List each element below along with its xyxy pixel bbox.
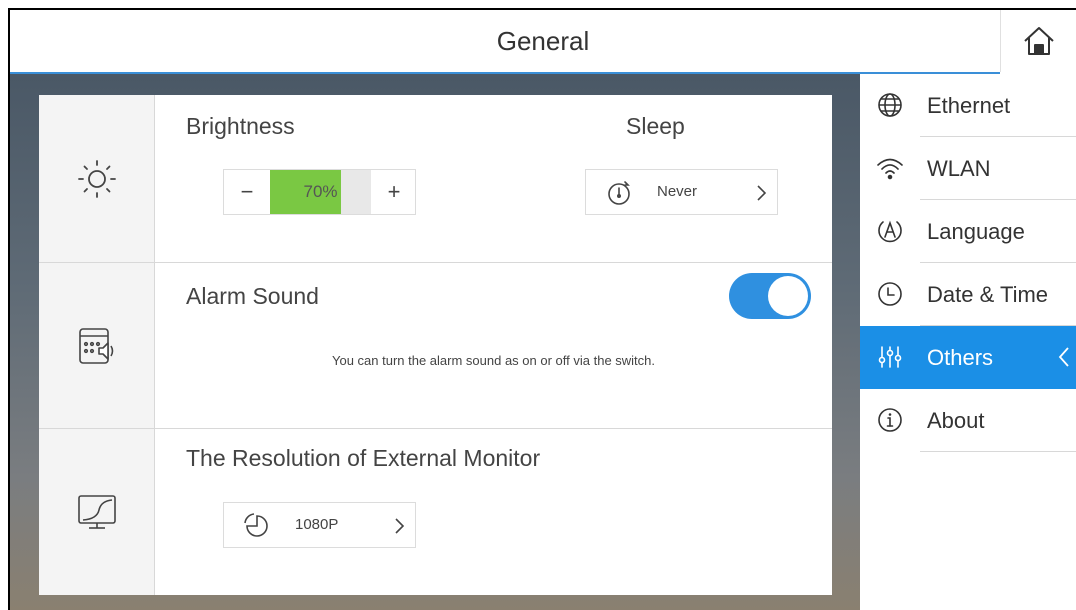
toggle-knob — [768, 276, 808, 316]
sleep-title: Sleep — [626, 113, 685, 139]
timer-icon — [608, 181, 630, 205]
sidebar-item-language[interactable]: Language — [860, 200, 1076, 263]
alarm-toggle[interactable] — [729, 273, 811, 319]
resolution-title: The Resolution of External Monitor — [186, 445, 541, 471]
chevron-right-icon — [757, 185, 767, 201]
sidebar-item-others[interactable]: Others — [860, 326, 1076, 389]
row-icon-cell — [39, 95, 155, 262]
sidebar-item-label: About — [927, 408, 985, 433]
sidebar-item-about[interactable]: About — [860, 389, 1076, 452]
chevron-left-icon — [1058, 347, 1069, 367]
alarm-title: Alarm Sound — [186, 283, 319, 309]
sleep-value: Never — [657, 183, 698, 200]
info-icon — [878, 408, 902, 432]
language-icon — [878, 220, 902, 243]
sidebar-item-label: Others — [927, 345, 994, 370]
resolution-row: The Resolution of External Monitor 1080P — [39, 429, 832, 595]
divider — [920, 451, 1076, 452]
row-icon-cell — [39, 429, 155, 595]
row-icon-cell — [39, 263, 155, 428]
wifi-icon — [877, 158, 903, 180]
app-window: General Brightness Sleep − 70% + Never A… — [8, 8, 1076, 610]
home-icon — [1023, 27, 1054, 55]
brightness-sleep-row: Brightness Sleep − 70% + Never — [39, 95, 832, 263]
globe-icon — [878, 93, 902, 117]
home-button[interactable] — [1000, 10, 1076, 72]
page-title: General — [496, 26, 590, 56]
sliders-icon — [878, 346, 902, 368]
header-bar: General — [10, 10, 1076, 72]
resolution-value: 1080P — [295, 516, 339, 533]
brightness-decrease-button[interactable]: − — [224, 170, 270, 214]
sidebar-item-label: Language — [927, 219, 1025, 244]
alarm-speaker-icon — [78, 327, 113, 364]
alarm-sound-row: Alarm Sound You can turn the alarm sound… — [39, 263, 832, 429]
sidebar-item-label: WLAN — [927, 156, 991, 181]
sun-icon — [77, 159, 116, 198]
sidebar-item-label: Ethernet — [927, 93, 1011, 118]
monitor-curve-icon — [77, 495, 116, 529]
sidebar-item-date-time[interactable]: Date & Time — [860, 263, 1076, 326]
sleep-select[interactable]: Never — [585, 169, 778, 215]
alarm-description: You can turn the alarm sound as on or of… — [331, 353, 656, 368]
sidebar: Ethernet WLAN Language Date & Time Other… — [860, 74, 1076, 610]
brightness-stepper: − 70% + — [223, 169, 416, 215]
settings-card: Brightness Sleep − 70% + Never Alarm Sou… — [39, 95, 832, 595]
chevron-right-icon — [395, 518, 405, 534]
sidebar-item-ethernet[interactable]: Ethernet — [860, 74, 1076, 137]
resolution-select[interactable]: 1080P — [223, 502, 416, 548]
brightness-value: 70% — [303, 182, 338, 201]
sidebar-item-wlan[interactable]: WLAN — [860, 137, 1076, 200]
brightness-increase-button[interactable]: + — [371, 170, 417, 214]
brightness-track[interactable]: 70% — [270, 170, 371, 214]
pie-icon — [244, 513, 268, 537]
clock-icon — [878, 282, 902, 306]
sidebar-item-label: Date & Time — [927, 282, 1049, 307]
brightness-title: Brightness — [186, 113, 295, 139]
